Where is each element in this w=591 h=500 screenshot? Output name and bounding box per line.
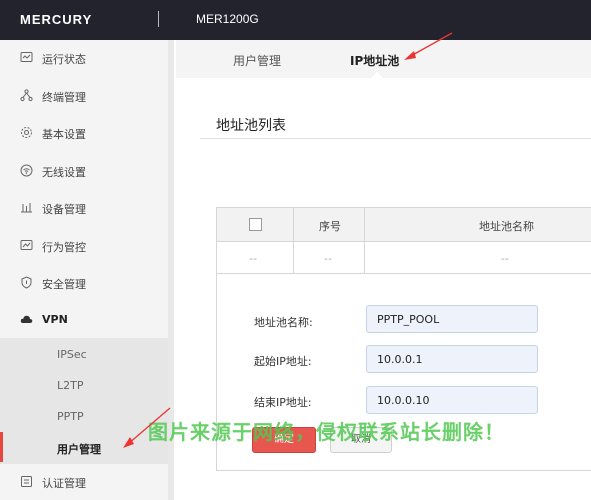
submenu-item-label: PPTP — [57, 410, 84, 423]
auth-icon — [21, 476, 32, 487]
sidebar-item-label: 设备管理 — [42, 203, 86, 216]
section-divider — [200, 138, 591, 139]
column-header-pool-name: 地址池名称 — [479, 220, 534, 233]
device-model: MER1200G — [196, 12, 259, 26]
sidebar-item-wireless[interactable]: 无线设置 — [0, 153, 168, 189]
active-indicator — [0, 432, 3, 462]
brand-logo: MERCURY — [20, 12, 93, 27]
top-bar: MERCURY MER1200G — [0, 0, 591, 40]
end-ip-label: 结束IP地址: — [254, 396, 312, 409]
wifi-icon — [20, 164, 33, 177]
sidebar-item-label: 终端管理 — [42, 91, 86, 104]
sidebar-item-basic-settings[interactable]: 基本设置 — [0, 115, 168, 151]
sidebar-item-label: 行为管控 — [42, 241, 86, 254]
table-cell: -- — [324, 252, 332, 265]
cloud-icon — [20, 315, 33, 323]
start-ip-input[interactable] — [366, 345, 538, 373]
sidebar-item-device[interactable]: 设备管理 — [0, 190, 168, 226]
watermark-text: 图片来源于网络，侵权联系站长删除！ — [148, 420, 505, 444]
sidebar-item-label: 运行状态 — [42, 53, 86, 66]
submenu-item-user-management[interactable]: 用户管理 — [0, 433, 168, 463]
submenu-item-pptp[interactable]: PPTP — [0, 402, 168, 432]
monitor-icon — [20, 52, 33, 62]
table-row: -- -- -- — [217, 242, 591, 274]
table-cell: -- — [249, 252, 257, 265]
tab-ip-pool[interactable]: IP地址池 — [350, 52, 399, 69]
header-divider — [158, 11, 159, 27]
submenu-item-l2tp[interactable]: L2TP — [0, 371, 168, 401]
sidebar-item-label: 无线设置 — [42, 166, 86, 179]
pool-name-label: 地址池名称: — [254, 316, 313, 329]
sidebar-item-behavior[interactable]: 行为管控 — [0, 228, 168, 264]
submenu-item-ipsec[interactable]: IPSec — [0, 340, 168, 370]
sidebar-item-status[interactable]: 运行状态 — [0, 40, 168, 76]
device-icon — [21, 203, 32, 213]
start-ip-label: 起始IP地址: — [254, 355, 312, 368]
submenu-item-label: 用户管理 — [57, 443, 101, 456]
column-header-index: 序号 — [319, 220, 341, 233]
behavior-icon — [20, 240, 33, 250]
sidebar-item-label: 认证管理 — [42, 477, 86, 490]
table-header: 序号 地址池名称 — [217, 208, 591, 242]
select-all-checkbox[interactable] — [249, 218, 262, 231]
gear-icon — [21, 127, 32, 138]
sidebar-item-authentication[interactable]: 认证管理 — [0, 464, 168, 500]
tab-user-management[interactable]: 用户管理 — [233, 52, 281, 69]
sidebar-item-vpn[interactable]: VPN — [0, 302, 168, 338]
submenu-item-label: IPSec — [57, 348, 87, 361]
table-cell: -- — [501, 252, 509, 265]
sidebar-item-terminals[interactable]: 终端管理 — [0, 78, 168, 114]
pool-name-input[interactable] — [366, 305, 538, 333]
submenu-item-label: L2TP — [57, 379, 84, 392]
sidebar-item-label: 安全管理 — [42, 278, 86, 291]
sidebar-item-label: 基本设置 — [42, 128, 86, 141]
sidebar-item-label: VPN — [42, 313, 68, 326]
shield-icon — [21, 276, 32, 289]
active-tab-caret — [371, 72, 383, 78]
section-title: 地址池列表 — [216, 118, 286, 134]
end-ip-input[interactable] — [366, 386, 538, 414]
network-icon — [20, 89, 33, 102]
sidebar-item-security[interactable]: 安全管理 — [0, 265, 168, 301]
